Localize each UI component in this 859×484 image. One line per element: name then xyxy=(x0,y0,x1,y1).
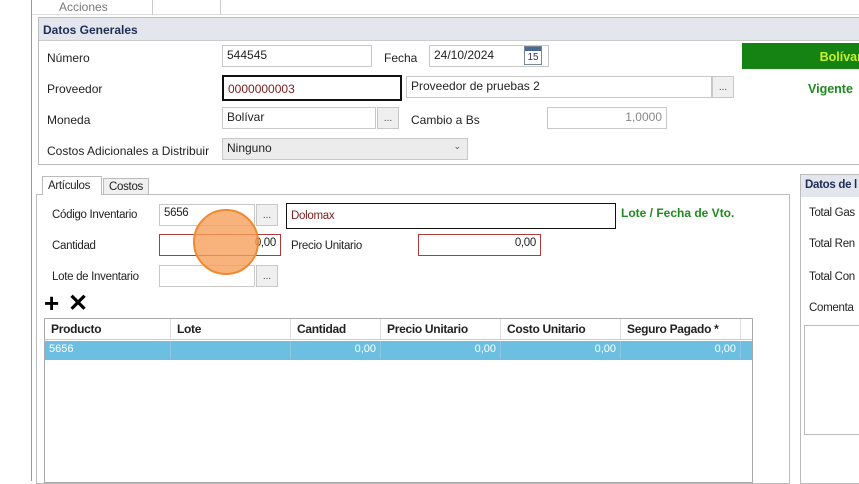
cell-lote xyxy=(171,341,291,359)
tab-acciones[interactable]: Acciones xyxy=(59,1,108,14)
cambio-label: Cambio a Bs xyxy=(411,113,480,127)
cambio-input[interactable]: 1,0000 xyxy=(547,107,667,129)
add-icon[interactable]: + xyxy=(44,290,59,316)
table-row[interactable]: 5656 0,00 0,00 0,00 0,00 xyxy=(45,341,752,360)
right-panel-title: Datos de l xyxy=(801,175,859,197)
group-title: Datos Generales xyxy=(39,18,859,41)
codigo-lookup-button[interactable]: ... xyxy=(256,204,278,226)
numero-label: Número xyxy=(47,51,90,65)
proveedor-code-input[interactable]: 0000000003 xyxy=(222,75,402,101)
moneda-label: Moneda xyxy=(47,113,91,127)
cell-cantidad: 0,00 xyxy=(291,341,381,359)
chevron-down-icon: ⌄ xyxy=(453,141,461,151)
lote-lookup-button[interactable]: ... xyxy=(256,265,278,287)
grid-header: Producto Lote Cantidad Precio Unitario C… xyxy=(45,319,752,340)
total-retenciones-label: Total Ren xyxy=(809,238,855,250)
status-label: Vigente xyxy=(808,82,853,96)
codigo-label: Código Inventario xyxy=(52,209,138,221)
proveedor-label: Proveedor xyxy=(47,82,103,96)
proveedor-lookup-button[interactable]: ... xyxy=(712,76,734,98)
costos-select[interactable]: Ninguno ⌄ xyxy=(222,138,468,160)
cell-costo: 0,00 xyxy=(501,341,621,359)
moneda-lookup-button[interactable]: ... xyxy=(377,107,399,129)
total-compra-label: Total Con xyxy=(809,271,855,283)
cell-seguro: 0,00 xyxy=(621,341,741,359)
numero-input[interactable]: 544545 xyxy=(222,45,372,67)
costos-value: Ninguno xyxy=(227,141,272,155)
descripcion-input: Dolomax xyxy=(286,203,616,229)
precio-label: Precio Unitario xyxy=(291,240,362,252)
lote-vto-link[interactable]: Lote / Fecha de Vto. xyxy=(621,206,734,220)
precio-input[interactable]: 0,00 xyxy=(418,234,541,256)
fecha-label: Fecha xyxy=(384,51,418,65)
items-grid: Producto Lote Cantidad Precio Unitario C… xyxy=(44,318,753,483)
cell-precio: 0,00 xyxy=(381,341,501,359)
top-tab-strip: Acciones xyxy=(32,0,859,15)
column-header[interactable]: Costo Unitario xyxy=(501,319,621,339)
cantidad-label: Cantidad xyxy=(52,240,96,252)
column-header[interactable]: Lote xyxy=(171,319,291,339)
tab-articulos[interactable]: Artículos xyxy=(42,176,102,195)
touch-indicator xyxy=(193,209,259,275)
main-window: Acciones Datos Generales Número 544545 F… xyxy=(31,0,859,484)
calendar-icon[interactable]: 15 xyxy=(524,46,542,65)
total-gastos-label: Total Gas xyxy=(809,207,855,219)
delete-icon[interactable]: ✕ xyxy=(68,291,88,317)
column-header[interactable]: Precio Unitario xyxy=(381,319,501,339)
right-panel: Datos de l Total Gas Total Ren Total Con… xyxy=(800,174,859,484)
lote-label: Lote de Inventario xyxy=(52,271,139,283)
costos-label: Costos Adicionales a Distribuir xyxy=(47,144,210,158)
comentario-textarea[interactable] xyxy=(804,325,859,435)
cell-producto: 5656 xyxy=(45,341,171,359)
comentario-label: Comenta xyxy=(809,302,854,314)
proveedor-name-input: Proveedor de pruebas 2 xyxy=(406,76,712,98)
currency-badge: Bolívar xyxy=(742,43,859,69)
column-header[interactable]: Producto xyxy=(45,319,171,339)
column-header[interactable]: Seguro Pagado * xyxy=(621,319,741,339)
moneda-input[interactable]: Bolívar xyxy=(222,107,376,129)
tab-costos[interactable]: Costos xyxy=(103,178,149,195)
column-header[interactable]: Cantidad xyxy=(291,319,381,339)
